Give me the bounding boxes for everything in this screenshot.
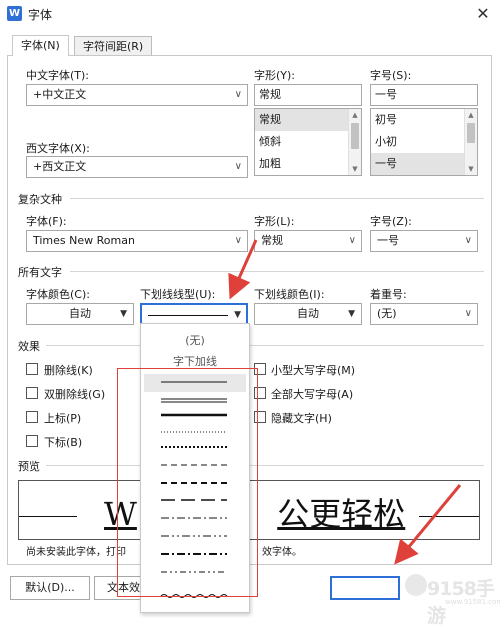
watermark-logo: 9158手游 www.91581.com	[405, 570, 500, 627]
tab-font[interactable]: 字体(N)	[12, 35, 69, 56]
annotation-arrow-icon	[394, 484, 462, 565]
annotation-arrow-icon	[228, 239, 258, 300]
annotation-arrows	[228, 239, 462, 565]
watermark-subtext: www.91581.com	[445, 598, 500, 606]
watermark-circle-icon	[405, 574, 427, 596]
